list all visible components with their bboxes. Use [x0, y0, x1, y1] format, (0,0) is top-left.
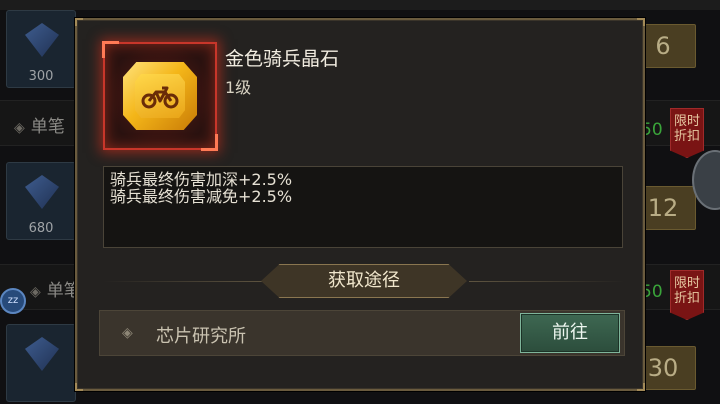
item-level: 1级 [225, 78, 252, 97]
description-line: 骑兵最终伤害减免+2.5% [110, 187, 293, 206]
divider [469, 281, 625, 282]
diamond-icon [25, 23, 59, 57]
go-button[interactable]: 前往 [520, 313, 620, 353]
divider [103, 281, 267, 282]
frame-corner [75, 18, 83, 26]
diamond-pack-card[interactable]: 680 [6, 162, 76, 240]
frame-corner [637, 18, 645, 26]
gold-gem-icon [123, 62, 197, 130]
badge-line: 折扣 [673, 291, 700, 306]
source-row: ◈ 芯片研究所 前往 [99, 310, 625, 356]
description-line: 骑兵最终伤害加深+2.5% [110, 170, 293, 189]
diamond-pack-card[interactable] [6, 324, 76, 402]
diamond-pack-card[interactable]: 300 [6, 10, 76, 88]
source-name: 芯片研究所 [156, 326, 246, 347]
badge-line: 限时 [673, 114, 700, 129]
diamond-amount: 680 [28, 221, 54, 236]
diamond-bullet-icon: ◈ [122, 325, 133, 341]
diamond-icon [25, 337, 59, 371]
limited-discount-badge: 限时 折扣 [670, 108, 704, 158]
item-icon-frame [102, 41, 218, 151]
source-section-title: 获取途径 [261, 264, 467, 298]
badge-line: 折扣 [673, 129, 700, 144]
side-round-button[interactable] [692, 150, 720, 210]
diamond-icon [25, 175, 59, 209]
item-info-popup: 金色骑兵晶石 1级 骑兵最终伤害加深+2.5% 骑兵最终伤害减免+2.5% 获取… [75, 18, 645, 391]
row-label: 单笔 [14, 112, 65, 137]
frame-corner [75, 383, 83, 391]
motorcycle-icon [135, 74, 185, 118]
top-bar [0, 0, 720, 10]
item-description-box: 骑兵最终伤害加深+2.5% 骑兵最终伤害减免+2.5% [103, 166, 623, 248]
diamond-amount: 300 [28, 69, 54, 84]
row-label: 单笔 [30, 276, 81, 301]
limited-discount-badge: 限时 折扣 [670, 270, 704, 320]
avatar[interactable]: zz [0, 288, 26, 314]
badge-line: 限时 [673, 276, 700, 291]
frame-corner [637, 383, 645, 391]
item-name: 金色骑兵晶石 [225, 48, 340, 70]
